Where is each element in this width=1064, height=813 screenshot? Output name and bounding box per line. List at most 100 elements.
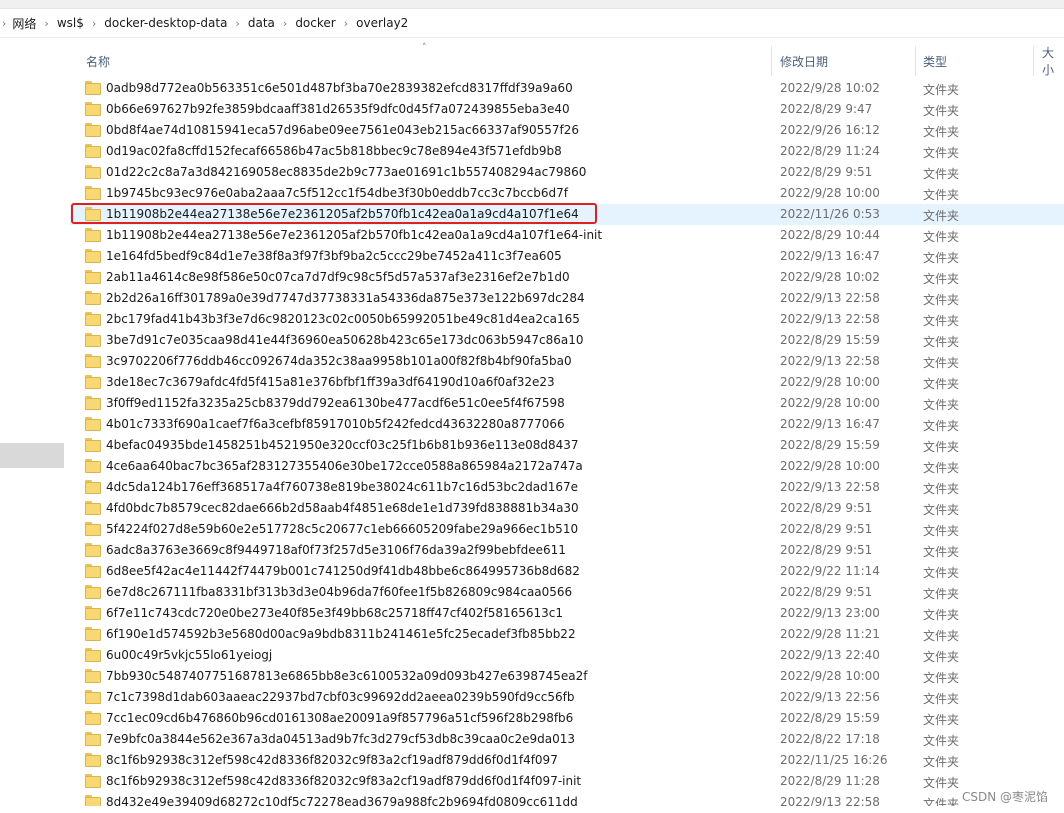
breadcrumb-item[interactable]: wsl$ <box>57 16 84 30</box>
folder-row[interactable]: 4b01c7333f690a1caef7f6a3cefbf85917010b5f… <box>78 414 1064 435</box>
folder-name: 1b11908b2e44ea27138e56e7e2361205af2b570f… <box>106 207 579 221</box>
folder-row[interactable]: 6d8ee5f42ac4e11442f74479b001c741250d9f41… <box>78 561 1064 582</box>
folder-row[interactable]: 0bd8f4ae74d10815941eca57d96abe09ee7561e0… <box>78 120 1064 141</box>
folder-type: 文件夹 <box>923 503 960 517</box>
folder-row[interactable]: 01d22c2c8a7a3d842169058ec8835de2b9c773ae… <box>78 162 1064 183</box>
folder-modified-date: 2022/9/13 22:58 <box>780 354 880 368</box>
folder-name: 0d19ac02fa8cffd152fecaf66586b47ac5b818bb… <box>106 144 562 158</box>
folder-modified-date: 2022/9/13 23:00 <box>780 606 880 620</box>
folder-icon <box>85 123 101 137</box>
file-list[interactable]: 0adb98d772ea0b563351c6e501d487bf3ba70e28… <box>0 78 1064 806</box>
folder-name: 7e9bfc0a3844e562e367a3da04513ad9b7fc3d27… <box>106 732 576 746</box>
folder-row[interactable]: 7bb930c5487407751687813e6865bb8e3c610053… <box>78 666 1064 687</box>
folder-icon <box>85 774 101 788</box>
folder-icon <box>85 165 101 179</box>
column-divider[interactable] <box>1033 46 1034 76</box>
folder-row[interactable]: 7c1c7398d1dab603aaeac22937bd7cbf03c99692… <box>78 687 1064 708</box>
folder-modified-date: 2022/11/26 0:53 <box>780 207 880 221</box>
folder-name: 1e164fd5bedf9c84d1e7e38f8a3f97f3bf9ba2c5… <box>106 249 562 263</box>
folder-row[interactable]: 6u00c49r5vkjc55lo61yeiogj 2022/9/13 22:40… <box>78 645 1064 666</box>
folder-row[interactable]: 4dc5da124b176eff368517a4f760738e819be380… <box>78 477 1064 498</box>
folder-name: 8c1f6b92938c312ef598c42d8336f82032c9f83a… <box>106 753 558 767</box>
folder-row[interactable]: 6f7e11c743cdc720e0be273e40f85e3f49bb68c2… <box>78 603 1064 624</box>
breadcrumb-item[interactable]: data <box>248 16 275 30</box>
folder-icon <box>85 186 101 200</box>
column-header-type[interactable]: 类型 <box>923 38 947 78</box>
folder-row[interactable]: 3de18ec7c3679afdc4fd5f415a81e376bfbf1ff3… <box>78 372 1064 393</box>
folder-icon <box>85 648 101 662</box>
folder-icon <box>85 438 101 452</box>
breadcrumb-chevron-icon[interactable]: › <box>235 17 239 30</box>
breadcrumb-chevron-icon[interactable]: › <box>2 17 6 30</box>
breadcrumb-item[interactable]: docker-desktop-data <box>104 16 227 30</box>
folder-row[interactable]: 2bc179fad41b43b3f3e7d6c9820123c02c0050b6… <box>78 309 1064 330</box>
folder-row[interactable]: 6e7d8c267111fba8331bf313b3d3e04b96da7f60… <box>78 582 1064 603</box>
folder-icon <box>85 732 101 746</box>
folder-row[interactable]: 8d432e49e39409d68272c10df5c72278ead3679a… <box>78 792 1064 806</box>
folder-row[interactable]: 2ab11a4614c8e98f586e50c07ca7d7df9c98c5f5… <box>78 267 1064 288</box>
folder-name: 6d8ee5f42ac4e11442f74479b001c741250d9f41… <box>106 564 580 578</box>
folder-row[interactable]: 7e9bfc0a3844e562e367a3da04513ad9b7fc3d27… <box>78 729 1064 750</box>
folder-row[interactable]: 8c1f6b92938c312ef598c42d8336f82032c9f83a… <box>78 750 1064 771</box>
folder-icon <box>85 270 101 284</box>
folder-icon <box>85 102 101 116</box>
folder-icon <box>85 501 101 515</box>
folder-icon <box>85 669 101 683</box>
folder-modified-date: 2022/9/13 22:40 <box>780 648 880 662</box>
folder-modified-date: 2022/8/29 11:24 <box>780 144 880 158</box>
folder-icon <box>85 81 101 95</box>
folder-modified-date: 2022/8/29 15:59 <box>780 333 880 347</box>
folder-type: 文件夹 <box>923 440 960 454</box>
folder-icon <box>85 480 101 494</box>
folder-row[interactable]: 1b11908b2e44ea27138e56e7e2361205af2b570f… <box>78 225 1064 246</box>
breadcrumb-chevron-icon[interactable]: › <box>44 17 48 30</box>
folder-row[interactable]: 0d19ac02fa8cffd152fecaf66586b47ac5b818bb… <box>78 141 1064 162</box>
folder-modified-date: 2022/9/13 16:47 <box>780 249 880 263</box>
folder-row-selected[interactable]: 1b11908b2e44ea27138e56e7e2361205af2b570f… <box>70 204 1064 225</box>
folder-row[interactable]: 0b66e697627b92fe3859bdcaaff381d26535f9df… <box>78 99 1064 120</box>
folder-row[interactable]: 4fd0bdc7b8579cec82dae666b2d58aab4f4851e6… <box>78 498 1064 519</box>
folder-icon <box>85 627 101 641</box>
folder-icon <box>85 291 101 305</box>
address-breadcrumb[interactable]: › 网络 › wsl$ › docker-desktop-data › data › docker… <box>0 9 1064 38</box>
folder-row[interactable]: 1b9745bc93ec976e0aba2aaa7c5f512cc1f54dbe… <box>78 183 1064 204</box>
folder-row[interactable]: 1e164fd5bedf9c84d1e7e38f8a3f97f3bf9ba2c5… <box>78 246 1064 267</box>
folder-row[interactable]: 6f190e1d574592b3e5680d00ac9a9bdb8311b241… <box>78 624 1064 645</box>
folder-name: 4dc5da124b176eff368517a4f760738e819be380… <box>106 480 579 494</box>
folder-row[interactable]: 6adc8a3763e3669c8f9449718af0f73f257d5e31… <box>78 540 1064 561</box>
breadcrumb-chevron-icon[interactable]: › <box>92 17 96 30</box>
column-header-size[interactable]: 大小 <box>1042 38 1064 78</box>
breadcrumb-item[interactable]: 网络 <box>12 15 36 32</box>
folder-modified-date: 2022/9/28 10:02 <box>780 81 880 95</box>
folder-row[interactable]: 4ce6aa640bac7bc365af283127355406e30be172… <box>78 456 1064 477</box>
column-divider[interactable] <box>771 46 772 76</box>
folder-row[interactable]: 3f0ff9ed1152fa3235a25cb8379dd792ea6130be… <box>78 393 1064 414</box>
column-header-name[interactable]: 名称 <box>86 38 110 78</box>
folder-row[interactable]: 7cc1ec09cd6b476860b96cd0161308ae20091a9f… <box>78 708 1064 729</box>
folder-modified-date: 2022/9/26 16:12 <box>780 123 880 137</box>
breadcrumb-chevron-icon[interactable]: › <box>344 17 348 30</box>
folder-name: 5f4224f027d8e59b60e2e517728c5c20677c1eb6… <box>106 522 579 536</box>
breadcrumb-chevron-icon[interactable]: › <box>283 17 287 30</box>
folder-modified-date: 2022/8/29 9:51 <box>780 522 873 536</box>
folder-icon <box>85 690 101 704</box>
folder-row[interactable]: 0adb98d772ea0b563351c6e501d487bf3ba70e28… <box>78 78 1064 99</box>
folder-name: 7cc1ec09cd6b476860b96cd0161308ae20091a9f… <box>106 711 574 725</box>
folder-row[interactable]: 2b2d26a16ff301789a0e39d7747d37738331a543… <box>78 288 1064 309</box>
breadcrumb-item[interactable]: docker <box>295 16 335 30</box>
folder-type: 文件夹 <box>923 524 960 538</box>
column-header-date[interactable]: 修改日期 <box>780 38 828 78</box>
folder-row[interactable]: 5f4224f027d8e59b60e2e517728c5c20677c1eb6… <box>78 519 1064 540</box>
folder-name: 7c1c7398d1dab603aaeac22937bd7cbf03c99692… <box>106 690 575 704</box>
folder-modified-date: 2022/9/28 11:21 <box>780 627 880 641</box>
folder-row[interactable]: 3c9702206f776ddb46cc092674da352c38aa9958… <box>78 351 1064 372</box>
folder-row[interactable]: 8c1f6b92938c312ef598c42d8336f82032c9f83a… <box>78 771 1064 792</box>
folder-name: 6e7d8c267111fba8331bf313b3d3e04b96da7f60… <box>106 585 573 599</box>
folder-icon <box>85 312 101 326</box>
folder-type: 文件夹 <box>923 293 960 307</box>
column-header-name-label: 名称 <box>86 54 111 69</box>
breadcrumb-item[interactable]: overlay2 <box>356 16 408 30</box>
column-divider[interactable] <box>915 46 916 76</box>
folder-row[interactable]: 3be7d91c7e035caa98d41e44f36960ea50628b42… <box>78 330 1064 351</box>
folder-row[interactable]: 4befac04935bde1458251b4521950e320ccf03c2… <box>78 435 1064 456</box>
